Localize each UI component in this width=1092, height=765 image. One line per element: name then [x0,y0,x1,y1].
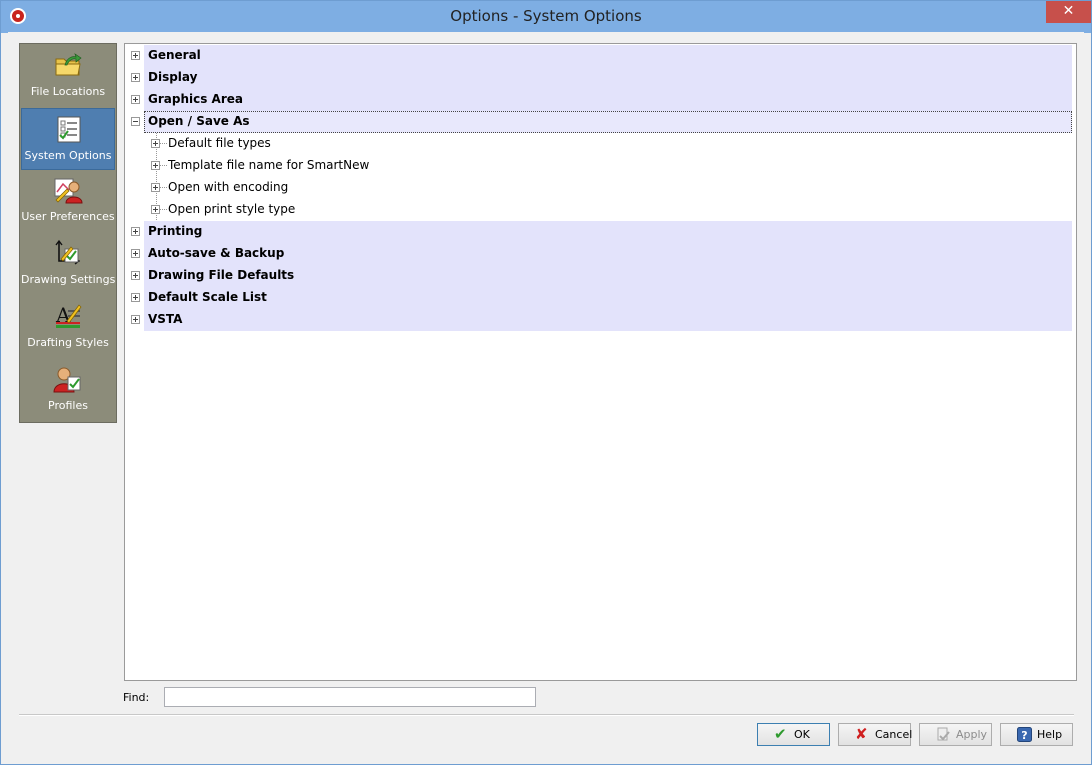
find-input[interactable] [164,687,536,707]
ok-button-label: OK [794,728,810,741]
sidebar-item-label: Drafting Styles [27,336,109,349]
sidebar-item-label: System Options [24,149,112,162]
tree-item-label: Graphics Area [148,92,243,106]
tree-item-label: Drawing File Defaults [148,268,295,282]
tree-item-open-with-encoding[interactable]: Open with encoding [125,177,1076,199]
title-bar[interactable]: Options - System Options ✕ [1,1,1091,33]
tree-row-highlight [144,111,1072,133]
drawing-axes-icon [55,239,81,265]
tree-item-drawing-file-defaults[interactable]: Drawing File Defaults [125,265,1076,287]
expand-plus-icon[interactable] [131,315,140,324]
dialog-body: File Locations System Options User Prefe… [8,32,1084,758]
help-icon: ? [1017,727,1032,742]
help-button-label: Help [1037,728,1063,741]
tree-item-label: General [148,48,201,62]
tree-item-general[interactable]: General [125,45,1076,67]
tree-row-highlight [144,45,1072,67]
tree-item-label: Open print style type [168,202,296,216]
options-window: Options - System Options ✕ File Location… [0,0,1092,765]
sidebar-item-label: Profiles [48,399,88,412]
sidebar-item-label: User Preferences [21,210,115,223]
expand-plus-icon[interactable] [131,293,140,302]
sidebar-item-label: File Locations [30,85,106,98]
tree-item-label: Template file name for SmartNew [168,158,370,172]
tree-item-open-print-style-type[interactable]: Open print style type [125,199,1076,221]
sidebar-item-file-locations[interactable]: File Locations [21,45,115,107]
tree-item-label: Default Scale List [148,290,267,304]
tree-item-label: Open / Save As [148,114,250,128]
svg-text:?: ? [1021,729,1027,742]
tree-row-highlight [144,89,1072,111]
collapse-minus-icon[interactable] [131,117,140,126]
tree-row-highlight [144,67,1072,89]
checklist-icon [57,116,81,143]
expand-plus-icon[interactable] [131,249,140,258]
expand-plus-icon[interactable] [151,161,160,170]
find-label: Find: [123,691,150,704]
user-profile-icon [53,367,81,393]
text-style-icon: A [55,303,82,328]
expand-plus-icon[interactable] [131,51,140,60]
tree-item-label: Default file types [168,136,271,150]
folder-arrow-icon [55,53,82,76]
help-button[interactable]: ? Help [1000,723,1073,746]
user-pencil-icon [54,178,83,204]
tree-item-auto-save-backup[interactable]: Auto-save & Backup [125,243,1076,265]
sidebar-item-label: Drawing Settings [21,273,116,286]
ok-button[interactable]: ✔ OK [757,723,830,746]
expand-plus-icon[interactable] [151,205,160,214]
close-button[interactable]: ✕ [1046,1,1091,23]
tree-row-highlight [144,221,1072,243]
sidebar-item-user-preferences[interactable]: User Preferences [21,170,115,232]
tree-item-label: Printing [148,224,203,238]
sidebar-item-profiles[interactable]: Profiles [21,359,115,421]
tree-item-label: Display [148,70,198,84]
tree-row-highlight [144,309,1072,331]
tree-item-graphics-area[interactable]: Graphics Area [125,89,1076,111]
tree-connector [160,209,167,210]
apply-icon [937,727,950,741]
cancel-button[interactable]: ✘ Cancel [838,723,913,746]
expand-plus-icon[interactable] [131,271,140,280]
tree-item-template-file-name[interactable]: Template file name for SmartNew [125,155,1076,177]
tree-item-display[interactable]: Display [125,67,1076,89]
tree-item-label: Auto-save & Backup [148,246,285,260]
options-tree[interactable]: General Display Graphics Area Open / Sav… [124,43,1077,681]
tree-connector [160,187,167,188]
tree-connector [160,165,167,166]
apply-button-label: Apply [956,728,988,741]
tree-connector [160,143,167,144]
tree-item-default-file-types[interactable]: Default file types [125,133,1076,155]
apply-button[interactable]: Apply [919,723,992,746]
footer-divider [19,714,1074,716]
tree-item-label: VSTA [148,312,183,326]
expand-plus-icon[interactable] [131,73,140,82]
x-icon: ✘ [855,725,868,743]
tree-item-vsta[interactable]: VSTA [125,309,1076,331]
tree-item-default-scale-list[interactable]: Default Scale List [125,287,1076,309]
sidebar-item-system-options[interactable]: System Options [21,108,115,170]
sidebar-item-drawing-settings[interactable]: Drawing Settings [21,233,115,295]
cancel-button-label: Cancel [875,728,913,741]
tree-row-highlight [144,287,1072,309]
tree-item-label: Open with encoding [168,180,289,194]
checkmark-icon: ✔ [774,725,787,743]
window-title: Options - System Options [450,7,642,25]
tree-item-printing[interactable]: Printing [125,221,1076,243]
expand-plus-icon[interactable] [151,183,160,192]
expand-plus-icon[interactable] [131,227,140,236]
expand-plus-icon[interactable] [131,95,140,104]
sidebar-item-drafting-styles[interactable]: A Drafting Styles [21,296,115,358]
expand-plus-icon[interactable] [151,139,160,148]
tree-item-open-save-as[interactable]: Open / Save As [125,111,1076,133]
category-sidebar: File Locations System Options User Prefe… [19,43,117,423]
